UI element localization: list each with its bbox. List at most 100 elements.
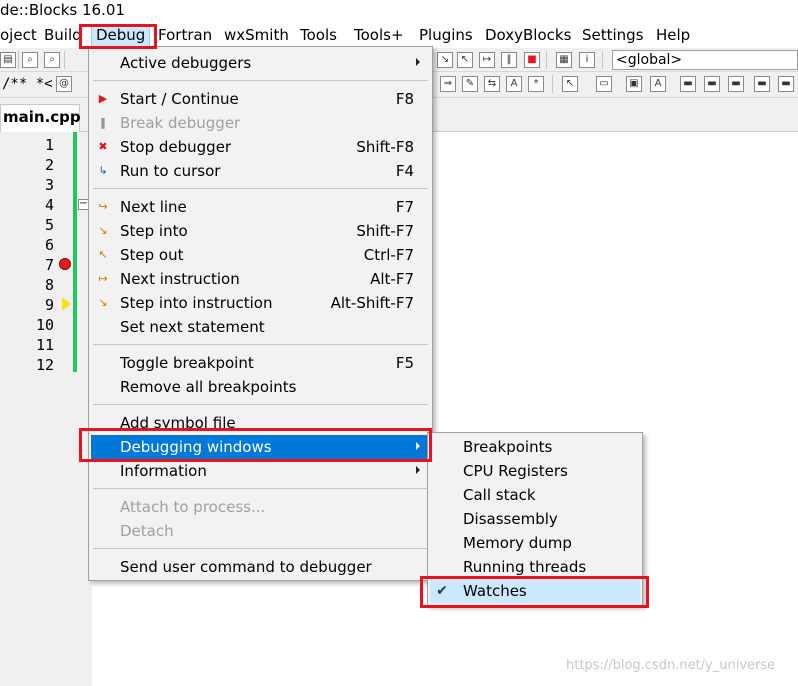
widget-panel-icon[interactable]: ▬ [680, 76, 696, 92]
submenu-item-running-threads[interactable]: Running threads [430, 555, 640, 579]
submenu-item-breakpoints[interactable]: Breakpoints [430, 435, 640, 459]
menu-item-label: CPU Registers [463, 462, 568, 480]
line-number: 1 [44, 136, 54, 154]
menu-shortcut: Ctrl-F7 [363, 246, 414, 264]
highlight-icon[interactable]: ✎ [462, 76, 478, 92]
breakpoint-icon[interactable] [59, 258, 71, 270]
line-number: 10 [35, 316, 54, 334]
menu-item-next-line[interactable]: ↪ Next line F7 [91, 195, 430, 219]
stop-icon: ✖ [98, 140, 108, 153]
check-mark-icon: ✔ [436, 583, 448, 599]
doc-comment-text[interactable]: /** *< [2, 76, 53, 92]
toolbar-separator [18, 51, 19, 69]
step-into-instruction-icon: ↘ [98, 296, 108, 309]
menu-item-label: Stop debugger [120, 138, 232, 156]
menu-item-active-debuggers[interactable]: Active debuggers [91, 51, 430, 75]
title-bar: de::Blocks 16.01 [0, 0, 798, 24]
open-icon[interactable]: ▤ [0, 52, 16, 68]
cursor-icon[interactable]: ↖ [562, 76, 578, 92]
widget-panel-icon[interactable]: ▬ [754, 76, 770, 92]
widget-panel-icon[interactable]: ▬ [704, 76, 720, 92]
widget-label-icon[interactable]: A [650, 76, 666, 92]
menu-item-run-to-cursor[interactable]: ↳ Run to cursor F4 [91, 159, 430, 183]
menu-item-label: Attach to process... [120, 498, 266, 516]
font-icon[interactable]: A [506, 76, 522, 92]
menu-help[interactable]: Help [656, 26, 690, 44]
menu-item-information[interactable]: Information [91, 459, 430, 483]
menu-shortcut: Shift-F8 [356, 138, 414, 156]
debug-windows-icon[interactable]: ▦ [556, 52, 572, 68]
widget-button-icon[interactable]: ▭ [596, 76, 612, 92]
debug-menu: Active debuggers ▶ Start / Continue F8 ‖… [88, 46, 433, 581]
menu-item-label: Active debuggers [120, 54, 252, 72]
menu-item-stop-debugger[interactable]: ✖ Stop debugger Shift-F8 [91, 135, 430, 159]
line-number: 11 [35, 336, 54, 354]
menu-fortran[interactable]: Fortran [158, 26, 212, 44]
step-out-icon[interactable]: ↖ [457, 52, 473, 68]
line-number: 3 [44, 176, 54, 194]
scope-combo[interactable]: <global> [612, 50, 798, 70]
menu-item-toggle-breakpoint[interactable]: Toggle breakpoint F5 [91, 351, 430, 375]
next-instruction-icon[interactable]: ↦ [479, 52, 495, 68]
menu-separator [93, 404, 428, 405]
regex-icon[interactable]: * [528, 76, 544, 92]
menu-item-step-into-instruction[interactable]: ↘ Step into instruction Alt-Shift-F7 [91, 291, 430, 315]
menu-shortcut: F8 [395, 90, 414, 108]
menu-item-set-next-statement[interactable]: Set next statement [91, 315, 430, 339]
toolbar-separator [546, 51, 547, 69]
menu-tools-plus[interactable]: Tools+ [354, 26, 404, 44]
line-gutter[interactable]: 1 2 3 4 5 6 7 8 9 10 11 12 − [0, 132, 92, 686]
doxy-icon[interactable]: @ [56, 76, 72, 92]
menu-item-label: Run to cursor [120, 162, 221, 180]
menu-separator [93, 488, 428, 489]
menu-item-next-instruction[interactable]: ↦ Next instruction Alt-F7 [91, 267, 430, 291]
replace-icon[interactable]: ⌕ [44, 52, 60, 68]
menu-doxyblocks[interactable]: DoxyBlocks [485, 26, 571, 44]
arrow-right-icon[interactable]: ⇒ [440, 76, 456, 92]
run-to-cursor-icon: ↳ [98, 164, 108, 177]
menu-item-add-symbol-file[interactable]: Add symbol file [91, 411, 430, 435]
menu-item-remove-all-breakpoints[interactable]: Remove all breakpoints [91, 375, 430, 399]
menu-item-send-user-command[interactable]: Send user command to debugger [91, 555, 430, 579]
menu-shortcut: F4 [395, 162, 414, 180]
tab-main-cpp[interactable]: main.cpp [0, 104, 81, 132]
widget-panel-icon[interactable]: ▬ [728, 76, 744, 92]
menu-settings[interactable]: Settings [582, 26, 644, 44]
menu-item-label: Call stack [463, 486, 536, 504]
submenu-item-cpu-registers[interactable]: CPU Registers [430, 459, 640, 483]
play-icon: ▶ [98, 92, 108, 105]
menu-item-label: Disassembly [463, 510, 558, 528]
menu-item-label: Memory dump [463, 534, 572, 552]
next-line-icon: ↪ [98, 200, 108, 213]
step-into-icon[interactable]: ↘ [437, 52, 453, 68]
pause-icon: ‖ [100, 116, 106, 129]
menu-item-label: Next line [120, 198, 187, 216]
stop-icon[interactable]: ■ [524, 52, 540, 68]
menu-plugins[interactable]: Plugins [419, 26, 473, 44]
menu-tools[interactable]: Tools [300, 26, 337, 44]
menu-build[interactable]: Build [44, 26, 82, 44]
submenu-item-disassembly[interactable]: Disassembly [430, 507, 640, 531]
menu-item-debugging-windows[interactable]: Debugging windows [91, 435, 430, 459]
submenu-item-memory-dump[interactable]: Memory dump [430, 531, 640, 555]
replace-text-icon[interactable]: ⇆ [484, 76, 500, 92]
menu-project[interactable]: oject [0, 26, 37, 44]
menu-item-label: Break debugger [120, 114, 241, 132]
widget-panel-icon[interactable]: ▬ [778, 76, 794, 92]
menu-debug[interactable]: Debug [91, 24, 151, 47]
menu-wxsmith[interactable]: wxSmith [224, 26, 289, 44]
menu-item-step-into[interactable]: ↘ Step into Shift-F7 [91, 219, 430, 243]
menu-item-label: Send user command to debugger [120, 558, 372, 576]
menu-item-label: Add symbol file [120, 414, 236, 432]
menu-shortcut: F7 [395, 198, 414, 216]
info-icon[interactable]: i [579, 52, 595, 68]
pause-icon[interactable]: ‖ [501, 52, 517, 68]
menu-item-step-out[interactable]: ↖ Step out Ctrl-F7 [91, 243, 430, 267]
submenu-item-call-stack[interactable]: Call stack [430, 483, 640, 507]
menu-item-start-continue[interactable]: ▶ Start / Continue F8 [91, 87, 430, 111]
menu-item-label: Step into instruction [120, 294, 273, 312]
menu-item-break-debugger: ‖ Break debugger [91, 111, 430, 135]
widget-image-icon[interactable]: ▣ [626, 76, 642, 92]
submenu-item-watches[interactable]: ✔ Watches [430, 579, 640, 603]
find-icon[interactable]: ⌕ [22, 52, 38, 68]
